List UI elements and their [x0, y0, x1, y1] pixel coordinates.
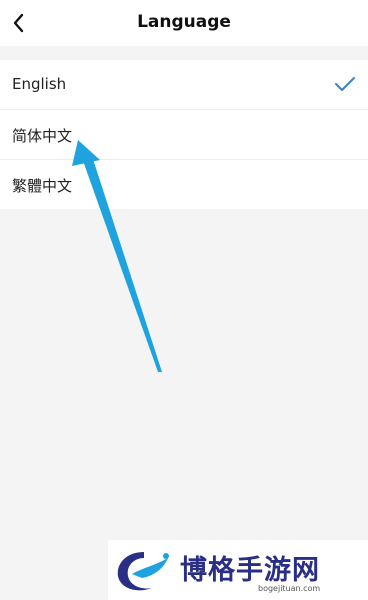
watermark-brand: 博格手游网 [180, 555, 320, 586]
checkmark-icon [335, 77, 355, 91]
bird-logo-icon [117, 552, 169, 591]
page-title: Language [137, 12, 231, 32]
language-label: 繁體中文 [12, 177, 73, 195]
language-option-simplified-chinese[interactable]: 简体中文 [0, 110, 368, 160]
watermark: 博格手游网 bogejituan.com [108, 540, 368, 600]
app-header: Language [0, 0, 368, 46]
language-label: English [12, 75, 67, 93]
language-option-english[interactable]: English [0, 60, 368, 110]
watermark-url: bogejituan.com [258, 584, 321, 593]
language-label: 简体中文 [12, 127, 73, 145]
language-option-traditional-chinese[interactable]: 繁體中文 [0, 160, 368, 209]
language-list: English 简体中文 繁體中文 [0, 60, 368, 209]
